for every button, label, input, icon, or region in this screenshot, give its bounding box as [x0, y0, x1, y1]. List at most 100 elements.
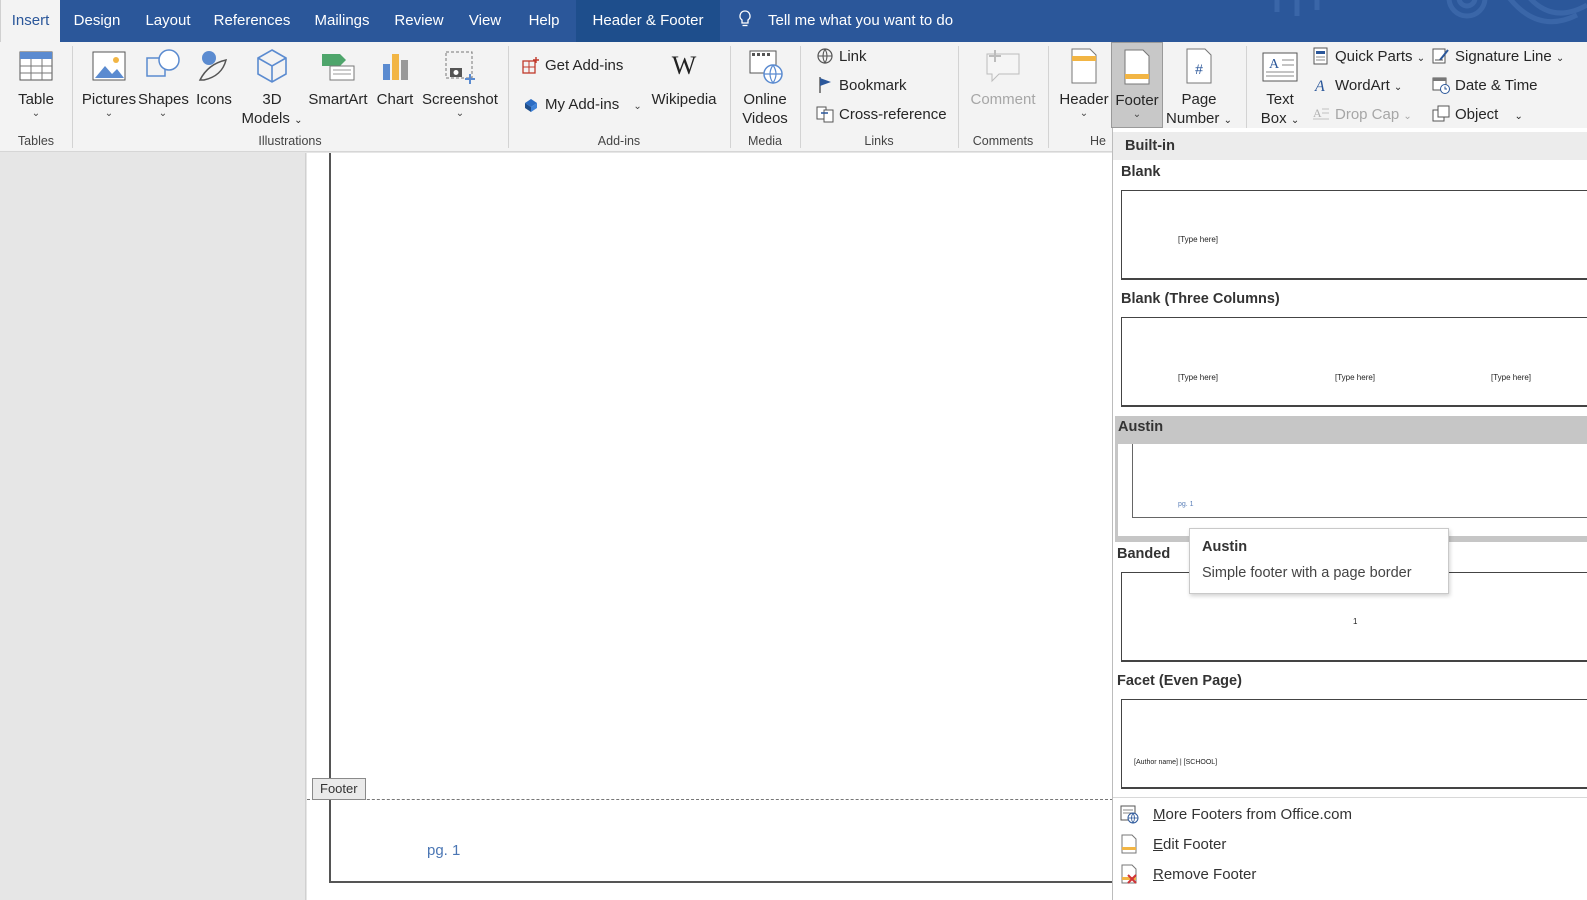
tab-layout[interactable]: Layout: [134, 0, 202, 42]
my-addins-label: My Add-ins: [545, 96, 620, 113]
tooltip-description: Simple footer with a page border: [1202, 565, 1412, 581]
page-number-button[interactable]: # Page Number ⌄: [1164, 46, 1234, 130]
gallery-item-title: Blank (Three Columns): [1121, 291, 1280, 307]
svg-text:W: W: [672, 51, 697, 80]
screenshot-label: Screenshot: [422, 91, 498, 108]
text-label: Text: [1266, 91, 1294, 108]
tab-help[interactable]: Help: [516, 0, 572, 42]
document-page[interactable]: Footer pg. 1: [307, 153, 1119, 900]
calendar-clock-icon: [1432, 77, 1450, 94]
command-mnemonic: E: [1153, 836, 1164, 853]
thumbnail-text: 1: [1353, 617, 1358, 626]
page-border: [329, 153, 1119, 883]
tab-design[interactable]: Design: [62, 0, 132, 42]
edit-footer-button[interactable]: Edit Footer: [1119, 834, 1226, 854]
tab-references[interactable]: References: [204, 0, 300, 42]
tell-me-search[interactable]: Tell me what you want to do: [738, 0, 953, 42]
more-footers-button[interactable]: More Footers from Office.com: [1119, 804, 1352, 824]
header-button[interactable]: Header ⌄: [1056, 46, 1112, 119]
gallery-heading: Built-in: [1113, 132, 1587, 160]
group-label-addins: Add-ins: [597, 134, 641, 148]
table-button[interactable]: Table ⌄: [12, 46, 60, 119]
object-icon: [1432, 105, 1450, 122]
smartart-button[interactable]: SmartArt: [306, 46, 370, 109]
footer-boundary: [307, 799, 1113, 800]
text-box-icon: A: [1262, 52, 1298, 82]
tell-me-text: Tell me what you want to do: [768, 12, 954, 29]
cube-icon: [257, 49, 287, 83]
thumbnail-text: [Type here]: [1178, 235, 1219, 244]
bookmark-label: Bookmark: [839, 77, 907, 94]
tab-view[interactable]: View: [456, 0, 514, 42]
gallery-item-title: Banded: [1117, 546, 1171, 562]
shapes-button[interactable]: Shapes ⌄: [138, 46, 189, 119]
link-button[interactable]: Link: [816, 47, 867, 67]
footer-gallery: Built-in Blank [Type here] Blank (Three …: [1112, 128, 1587, 900]
group-label-header-footer: He: [1090, 134, 1106, 148]
online-videos-button[interactable]: Online Videos: [734, 46, 796, 128]
tab-insert[interactable]: Insert: [0, 0, 60, 42]
gallery-item-austin[interactable]: Austin pg. 1: [1115, 416, 1587, 542]
group-separator: [508, 46, 509, 148]
smartart-label: SmartArt: [308, 91, 368, 108]
footer-button[interactable]: Footer ⌄: [1111, 42, 1163, 128]
footer-page-number[interactable]: pg. 1: [427, 842, 460, 859]
comment-button[interactable]: Comment: [966, 46, 1040, 109]
cross-reference-button[interactable]: Cross-reference: [816, 105, 947, 125]
chart-button[interactable]: Chart: [372, 46, 418, 109]
shapes-icon: [146, 49, 180, 77]
wikipedia-icon: W: [672, 51, 697, 80]
ribbon-tab-bar: Insert Design Layout References Mailings…: [0, 0, 1587, 42]
tab-mailings[interactable]: Mailings: [302, 0, 382, 42]
drop-cap-button[interactable]: A Drop Cap ⌄: [1312, 105, 1412, 127]
link-globe-icon: [817, 48, 833, 65]
smartart-icon: [322, 54, 355, 81]
tab-review[interactable]: Review: [384, 0, 454, 42]
gallery-thumbnail: [Type here] [Type here] [Type here]: [1121, 317, 1587, 407]
group-separator: [958, 46, 959, 148]
chevron-down-icon[interactable]: ⌄: [633, 101, 641, 112]
gallery-item-title: Blank: [1121, 164, 1161, 180]
thumbnail-page-border: [1132, 444, 1587, 518]
gallery-thumbnail: [Type here]: [1121, 190, 1587, 280]
signature-line-button[interactable]: Signature Line ⌄: [1432, 47, 1564, 69]
date-time-label: Date & Time: [1455, 77, 1538, 94]
screenshot-icon: [445, 51, 475, 84]
icons-icon: [198, 51, 228, 81]
video-globe-icon: [749, 50, 783, 85]
get-addins-label: Get Add-ins: [545, 57, 624, 74]
videos-label: Videos: [742, 110, 788, 127]
gallery-item-title: Facet (Even Page): [1117, 673, 1242, 689]
thumbnail-text: pg. 1: [1178, 501, 1194, 508]
pictures-button[interactable]: Pictures ⌄: [80, 46, 138, 119]
tab-header-footer[interactable]: Header & Footer: [576, 0, 720, 42]
quick-parts-button[interactable]: Quick Parts ⌄: [1312, 47, 1425, 69]
my-addins-button[interactable]: My Add-ins ⌄: [522, 95, 642, 117]
gallery-thumbnail: pg. 1: [1118, 444, 1587, 536]
text-box-button[interactable]: A Text Box ⌄: [1254, 46, 1306, 130]
online-label: Online: [743, 91, 787, 108]
icons-button[interactable]: Icons: [192, 46, 236, 109]
table-label: Table: [18, 91, 54, 108]
gallery-item-title: Austin: [1118, 419, 1164, 435]
more-footers-label: ore Footers from Office.com: [1165, 806, 1352, 823]
page-number-icon: #: [1186, 48, 1212, 84]
header-icon: [1071, 48, 1097, 84]
bookmark-button[interactable]: Bookmark: [816, 76, 907, 96]
store-icon: [522, 57, 539, 74]
remove-footer-button[interactable]: Remove Footer: [1119, 864, 1256, 884]
wikipedia-button[interactable]: W Wikipedia: [648, 46, 720, 109]
3d-models-button[interactable]: 3D Models ⌄: [238, 46, 306, 130]
wordart-button[interactable]: A WordArt ⌄: [1312, 76, 1402, 98]
gallery-thumbnail: [Author name] | [SCHOOL]: [1121, 699, 1587, 789]
tooltip-title: Austin: [1202, 539, 1248, 555]
gallery-separator: [1113, 797, 1587, 798]
command-mnemonic: M: [1153, 806, 1166, 823]
comment-label: Comment: [970, 91, 1036, 108]
group-label-tables: Tables: [17, 134, 55, 148]
get-addins-button[interactable]: Get Add-ins: [522, 56, 623, 76]
group-label-comments: Comments: [972, 134, 1034, 148]
object-button[interactable]: Object ⌄: [1432, 105, 1523, 127]
screenshot-button[interactable]: Screenshot ⌄: [420, 46, 500, 119]
date-time-button[interactable]: Date & Time: [1432, 76, 1538, 96]
